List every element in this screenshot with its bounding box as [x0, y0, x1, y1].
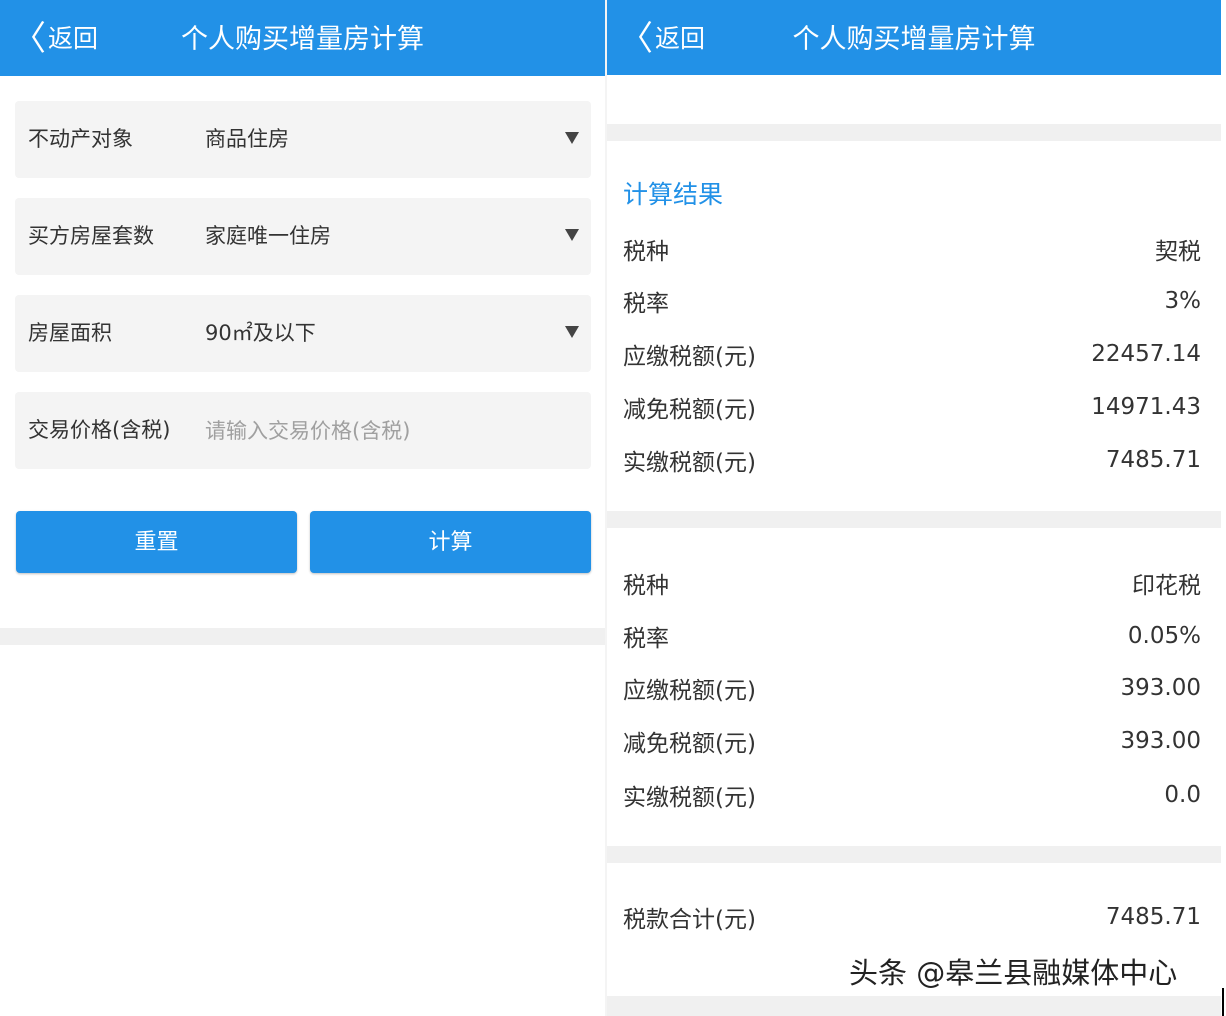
row-label: 实缴税额(元) [623, 785, 756, 811]
row-value: 印花税 [1132, 573, 1201, 599]
row-value: 0.0 [1164, 782, 1201, 808]
divider [0, 628, 605, 645]
calculate-button[interactable]: 计算 [310, 511, 591, 573]
row-value: 契税 [1155, 239, 1201, 265]
edge [1221, 0, 1226, 1016]
row-label: 税种 [623, 573, 669, 599]
watermark: 头条 @皋兰县融媒体中心 [849, 956, 1178, 990]
result-section-title: 计算结果 [623, 180, 724, 209]
result-row: 应缴税额(元) 22457.14 [623, 334, 1201, 374]
row-value: 7485.71 [1105, 447, 1201, 473]
total-label: 税款合计(元) [623, 907, 756, 933]
price-field: 交易价格(含税) [15, 392, 591, 469]
row-label: 税率 [623, 626, 669, 652]
house-area-select[interactable]: 房屋面积 90㎡及以下 [15, 295, 591, 372]
calculation-result-panel: 〈 返回 个人购买增量房计算 计算结果 税种 契税 税率 3% 应缴税额(元) … [607, 0, 1221, 1016]
field-label: 买方房屋套数 [28, 224, 154, 248]
divider [607, 996, 1221, 1016]
result-row: 实缴税额(元) 0.0 [623, 775, 1201, 815]
page-title: 个人购买增量房计算 [181, 24, 424, 55]
divider [607, 846, 1221, 863]
total-value: 7485.71 [1105, 904, 1201, 930]
row-value: 14971.43 [1091, 394, 1201, 420]
divider [607, 124, 1221, 141]
calculator-form-panel: 〈 返回 个人购买增量房计算 不动产对象 商品住房 买方房屋套数 家庭唯一住房 … [0, 0, 605, 1016]
row-value: 0.05% [1127, 623, 1201, 649]
result-row: 减免税额(元) 14971.43 [623, 387, 1201, 427]
result-row: 减免税额(元) 393.00 [623, 721, 1201, 761]
row-label: 应缴税额(元) [623, 678, 756, 704]
field-label: 交易价格(含税) [28, 418, 171, 442]
row-value: 22457.14 [1091, 341, 1201, 367]
caret-down-icon [565, 132, 579, 144]
field-value: 家庭唯一住房 [205, 224, 331, 248]
row-value: 393.00 [1120, 675, 1201, 701]
total-row: 税款合计(元) 7485.71 [623, 897, 1201, 937]
caret-down-icon [565, 326, 579, 338]
field-label: 不动产对象 [28, 127, 133, 151]
page-title: 个人购买增量房计算 [792, 24, 1036, 55]
row-value: 393.00 [1120, 728, 1201, 754]
field-value: 90㎡及以下 [205, 321, 316, 345]
result-row: 税率 0.05% [623, 616, 1201, 656]
result-row: 税种 印花税 [623, 563, 1201, 603]
row-label: 应缴税额(元) [623, 344, 756, 370]
property-type-select[interactable]: 不动产对象 商品住房 [15, 101, 591, 178]
price-input[interactable] [205, 413, 565, 449]
result-row: 税率 3% [623, 281, 1201, 321]
caret-down-icon [565, 229, 579, 241]
row-label: 实缴税额(元) [623, 450, 756, 476]
row-value: 3% [1164, 288, 1202, 314]
row-label: 税率 [623, 291, 669, 317]
text-cursor [1222, 988, 1224, 1016]
result-row: 税种 契税 [623, 229, 1201, 269]
header-bar: 〈 返回 个人购买增量房计算 [0, 0, 605, 76]
field-value: 商品住房 [205, 127, 289, 151]
divider [607, 511, 1221, 528]
reset-button[interactable]: 重置 [16, 511, 297, 573]
row-label: 税种 [623, 239, 669, 265]
row-label: 减免税额(元) [623, 731, 756, 757]
result-row: 应缴税额(元) 393.00 [623, 668, 1201, 708]
field-label: 房屋面积 [28, 321, 112, 345]
row-label: 减免税额(元) [623, 397, 756, 423]
header-bar: 〈 返回 个人购买增量房计算 [607, 0, 1221, 75]
house-count-select[interactable]: 买方房屋套数 家庭唯一住房 [15, 198, 591, 275]
result-row: 实缴税额(元) 7485.71 [623, 440, 1201, 480]
